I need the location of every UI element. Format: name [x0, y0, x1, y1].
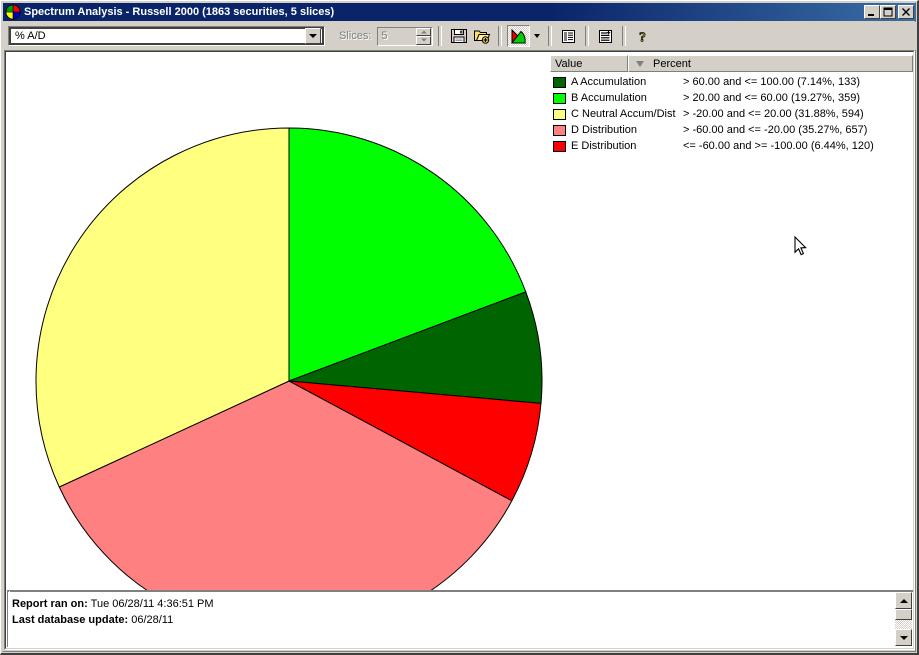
field-select[interactable]: % A/D [8, 26, 325, 46]
column-header-value-label: Value [555, 57, 583, 70]
field-select-value: % A/D [15, 30, 46, 42]
legend-color-swatch [553, 140, 566, 152]
footer-divider [7, 591, 913, 593]
pie-chart[interactable] [6, 52, 549, 635]
toolbar-separator [585, 26, 590, 46]
floppy-disk-icon [450, 29, 467, 43]
application-window: Spectrum Analysis - Russell 2000 (1863 s… [0, 0, 919, 655]
list-add-icon [599, 29, 613, 43]
legend-row-range: > 60.00 and <= 100.00 (7.14%, 133) [683, 76, 861, 88]
legend-row-label: D Distribution [571, 124, 638, 136]
toolbar-separator [548, 26, 553, 46]
client-area: Value Percent A Accumulation > 60.00 and … [4, 50, 915, 650]
legend-row-label: C Neutral Accum/Dist [571, 108, 676, 120]
sort-descending-icon [636, 60, 644, 67]
scroll-up-button[interactable] [895, 592, 912, 609]
legend-row-label: E Distribution [571, 140, 637, 152]
last-database-update-line: Last database update: 06/28/11 [12, 614, 173, 626]
legend-row-range: <= -60.00 and >= -100.00 (6.44%, 120) [683, 140, 874, 152]
slices-label: Slices: [339, 30, 372, 42]
report-ran-on-label: Report ran on: [12, 598, 88, 610]
help-button[interactable]: ? [631, 25, 654, 47]
legend-row[interactable]: A Accumulation > 60.00 and <= 100.00 (7.1… [553, 74, 909, 90]
legend-color-swatch [553, 76, 566, 88]
legend-panel: Value Percent A Accumulation > 60.00 and … [549, 52, 913, 595]
svg-text:?: ? [639, 30, 646, 45]
pie-chart-icon [5, 4, 21, 20]
legend-row-range: > -60.00 and <= -20.00 (35.27%, 657) [683, 124, 868, 136]
slices-value: 5 [381, 30, 388, 42]
toolbar-separator [438, 26, 443, 46]
chart-type-dropdown[interactable] [530, 25, 543, 47]
toolbar: % A/D Slices: 5 ? [3, 22, 916, 50]
legend-header: Value Percent [550, 55, 913, 72]
legend-row[interactable]: D Distribution > -60.00 and <= -20.00 (35… [553, 122, 909, 138]
footer-vertical-scrollbar[interactable] [895, 592, 912, 646]
toolbar-separator [622, 26, 627, 46]
chevron-down-icon [533, 34, 540, 38]
report-view-button[interactable] [557, 25, 580, 47]
client-inner: Value Percent A Accumulation > 60.00 and … [5, 51, 914, 649]
scroll-down-button[interactable] [895, 629, 912, 646]
legend-row[interactable]: C Neutral Accum/Dist > -20.00 and <= 20.0… [553, 106, 909, 122]
last-database-update-value: 06/28/11 [131, 614, 174, 626]
legend-color-swatch [553, 124, 566, 136]
footer-side-border [7, 591, 10, 647]
list-report-icon [562, 29, 576, 43]
report-footer: Report ran on: Tue 06/28/11 4:36:51 PM L… [7, 590, 913, 647]
legend-color-swatch [553, 92, 566, 104]
title-bar[interactable]: Spectrum Analysis - Russell 2000 (1863 s… [3, 3, 916, 21]
legend-row-label: B Accumulation [571, 92, 647, 104]
column-header-percent[interactable]: Percent [628, 55, 913, 72]
legend-rows: A Accumulation > 60.00 and <= 100.00 (7.1… [553, 74, 909, 154]
legend-color-swatch [553, 108, 566, 120]
legend-row-range: > -20.00 and <= 20.00 (31.88%, 594) [683, 108, 864, 120]
maximize-button[interactable] [880, 5, 896, 19]
add-report-button[interactable] [594, 25, 617, 47]
minimize-button[interactable] [864, 5, 880, 19]
slices-spin-buttons[interactable] [416, 27, 432, 45]
scrollbar-thumb[interactable] [895, 609, 912, 620]
toolbar-separator [498, 26, 503, 46]
open-folder-icon [473, 30, 491, 44]
slices-decrement-button[interactable] [416, 36, 432, 45]
report-ran-on-line: Report ran on: Tue 06/28/11 4:36:51 PM [12, 598, 214, 610]
pie-chart-canvas[interactable] [6, 52, 549, 635]
chart-type-button[interactable] [507, 25, 531, 47]
column-header-percent-label: Percent [653, 57, 691, 70]
legend-row[interactable]: E Distribution <= -60.00 and >= -100.00 (… [553, 138, 909, 154]
close-button[interactable] [898, 5, 914, 19]
legend-row-range: > 20.00 and <= 60.00 (19.27%, 359) [683, 92, 861, 104]
chevron-down-icon[interactable] [305, 28, 321, 44]
last-database-update-label: Last database update: [12, 614, 129, 626]
window-controls [864, 5, 914, 19]
save-button[interactable] [447, 25, 470, 47]
open-button[interactable] [470, 25, 493, 47]
legend-row-label: A Accumulation [571, 76, 647, 88]
slices-stepper[interactable]: 5 [377, 26, 434, 46]
window-title: Spectrum Analysis - Russell 2000 (1863 s… [24, 6, 335, 18]
report-ran-on-value: Tue 06/28/11 4:36:51 PM [90, 598, 214, 610]
scrollbar-track[interactable] [895, 620, 912, 629]
pie-chart-icon [511, 28, 527, 43]
legend-row[interactable]: B Accumulation > 20.00 and <= 60.00 (19.2… [553, 90, 909, 106]
question-mark-icon: ? [639, 30, 647, 45]
slices-increment-button[interactable] [416, 27, 432, 36]
column-header-value[interactable]: Value [550, 55, 628, 72]
